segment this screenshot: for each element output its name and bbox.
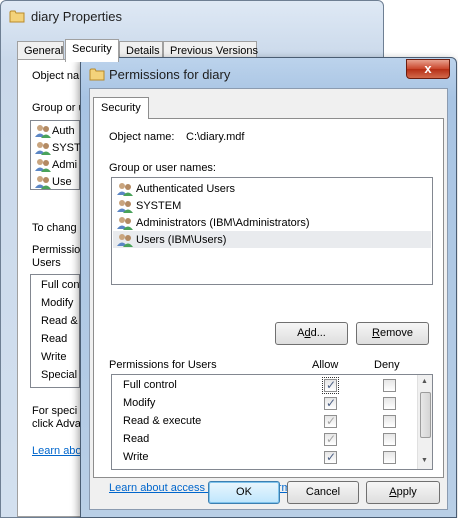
list-item-label: SYSTEM [136, 199, 182, 212]
allow-checkbox[interactable] [324, 450, 337, 464]
users-icon [35, 159, 51, 172]
permission-row: Write [112, 449, 418, 467]
special-text: click Adva [32, 418, 81, 430]
group-list[interactable]: Auth SYST Admi Use [30, 120, 81, 190]
list-item[interactable]: Authenticated Users [113, 180, 431, 197]
deny-checkbox[interactable] [383, 451, 396, 464]
users-icon [117, 233, 133, 247]
list-item-selected[interactable]: Users (IBM\Users) [113, 231, 431, 248]
object-name-value: C:\diary.mdf [186, 131, 245, 143]
permission-row: Full control [112, 377, 418, 395]
group-label: Group or user names: [109, 162, 216, 174]
scroll-down-icon[interactable]: ▼ [421, 457, 428, 464]
permission-label: Read & execute [123, 415, 202, 427]
users-icon [35, 142, 51, 155]
group-list[interactable]: Authenticated Users SYSTEM Administrator… [111, 177, 433, 285]
list-item-label: SYST [52, 142, 81, 154]
scrollbar-thumb[interactable] [420, 392, 431, 438]
apply-button-label: pply [396, 486, 417, 498]
folder-icon [89, 68, 105, 81]
add-button-label-rest: d... [310, 327, 326, 339]
dialog-content: Security Object name: C:\diary.mdf Group… [89, 88, 448, 510]
list-item[interactable]: Use [35, 174, 72, 190]
list-item[interactable]: SYSTEM [113, 197, 431, 214]
list-item-label: Admi [52, 159, 78, 171]
list-item[interactable]: Auth [35, 123, 75, 139]
deny-checkbox[interactable] [383, 433, 396, 446]
allow-checkbox[interactable] [324, 432, 337, 446]
list-item-label: Auth [52, 125, 75, 137]
remove-button-label: emove [379, 327, 413, 339]
users-icon [117, 199, 133, 213]
object-name-label: Object na [32, 70, 80, 82]
folder-icon [9, 10, 25, 23]
permission-label: Write [41, 351, 67, 363]
permission-label: Full control [123, 379, 177, 391]
permission-row: Read [112, 431, 418, 449]
permissions-scrollbar[interactable]: ▲ ▼ [417, 375, 432, 469]
allow-checkbox[interactable] [322, 377, 339, 394]
users-icon [35, 125, 51, 138]
permissions-for-label: Permissions for Users [109, 359, 217, 371]
permission-label: Read [41, 333, 68, 345]
apply-button[interactable]: Apply [366, 481, 440, 504]
security-panel: Object name: C:\diary.mdf Group or user … [93, 118, 444, 494]
permission-label: Read [123, 433, 150, 445]
permission-label: Modify [123, 397, 156, 409]
permission-label: Modify [41, 297, 74, 309]
special-text: For speci [32, 405, 78, 417]
permission-row: Modify [112, 395, 418, 413]
list-item-label: Authenticated Users [136, 182, 236, 195]
deny-header: Deny [374, 359, 400, 371]
deny-checkbox[interactable] [383, 469, 396, 470]
change-text: To chang [32, 222, 77, 234]
deny-checkbox[interactable] [383, 415, 396, 428]
permission-label: Write [123, 451, 149, 463]
scroll-up-icon[interactable]: ▲ [421, 378, 428, 385]
allow-checkbox[interactable] [324, 396, 337, 410]
remove-button-accel: R [372, 327, 380, 339]
object-name-label: Object name: [109, 131, 175, 143]
group-label: Group or u [32, 102, 85, 114]
users-icon [117, 216, 133, 230]
close-button[interactable]: x [406, 59, 450, 79]
permissions-label: Permissio [32, 244, 81, 256]
remove-button[interactable]: Remove [356, 322, 429, 345]
list-item-label: Users (IBM\Users) [136, 233, 227, 246]
dialog-title: Permissions for diary [109, 67, 231, 82]
permission-row: Read & execute [112, 413, 418, 431]
window-title: diary Properties [31, 9, 123, 24]
list-item-label: Use [52, 176, 72, 188]
add-button[interactable]: Add... [275, 322, 348, 345]
deny-checkbox[interactable] [383, 379, 396, 392]
permission-row [112, 467, 418, 470]
allow-checkbox[interactable] [324, 414, 337, 428]
tab-security[interactable]: Security [93, 97, 149, 119]
allow-header: Allow [312, 359, 339, 371]
list-item-label: Administrators (IBM\Administrators) [136, 216, 310, 229]
users-icon [35, 176, 51, 189]
list-item[interactable]: SYST [35, 140, 81, 156]
permissions-dialog: Permissions for diary x Security Object … [80, 57, 457, 518]
tab-security[interactable]: Security [65, 39, 119, 62]
permissions-list: Full contr Modify Read & Read Write Spec… [30, 274, 86, 388]
permission-label: Read & [41, 315, 78, 327]
permissions-user-label: Users [32, 257, 61, 269]
close-icon: x [424, 61, 432, 76]
deny-checkbox[interactable] [383, 397, 396, 410]
permission-label: Special [41, 369, 78, 381]
apply-button-accel: A [389, 486, 397, 498]
tab-general[interactable]: General [17, 41, 64, 61]
allow-checkbox[interactable] [324, 469, 337, 470]
list-item[interactable]: Admi [35, 157, 77, 173]
permissions-list: Full control Modify Read & execute Read [111, 374, 433, 470]
title-bar[interactable]: diary Properties [1, 1, 383, 31]
users-icon [117, 182, 133, 196]
ok-button[interactable]: OK [208, 481, 280, 504]
cancel-button[interactable]: Cancel [287, 481, 359, 504]
list-item[interactable]: Administrators (IBM\Administrators) [113, 214, 431, 231]
learn-link[interactable]: Learn abo [32, 445, 82, 457]
